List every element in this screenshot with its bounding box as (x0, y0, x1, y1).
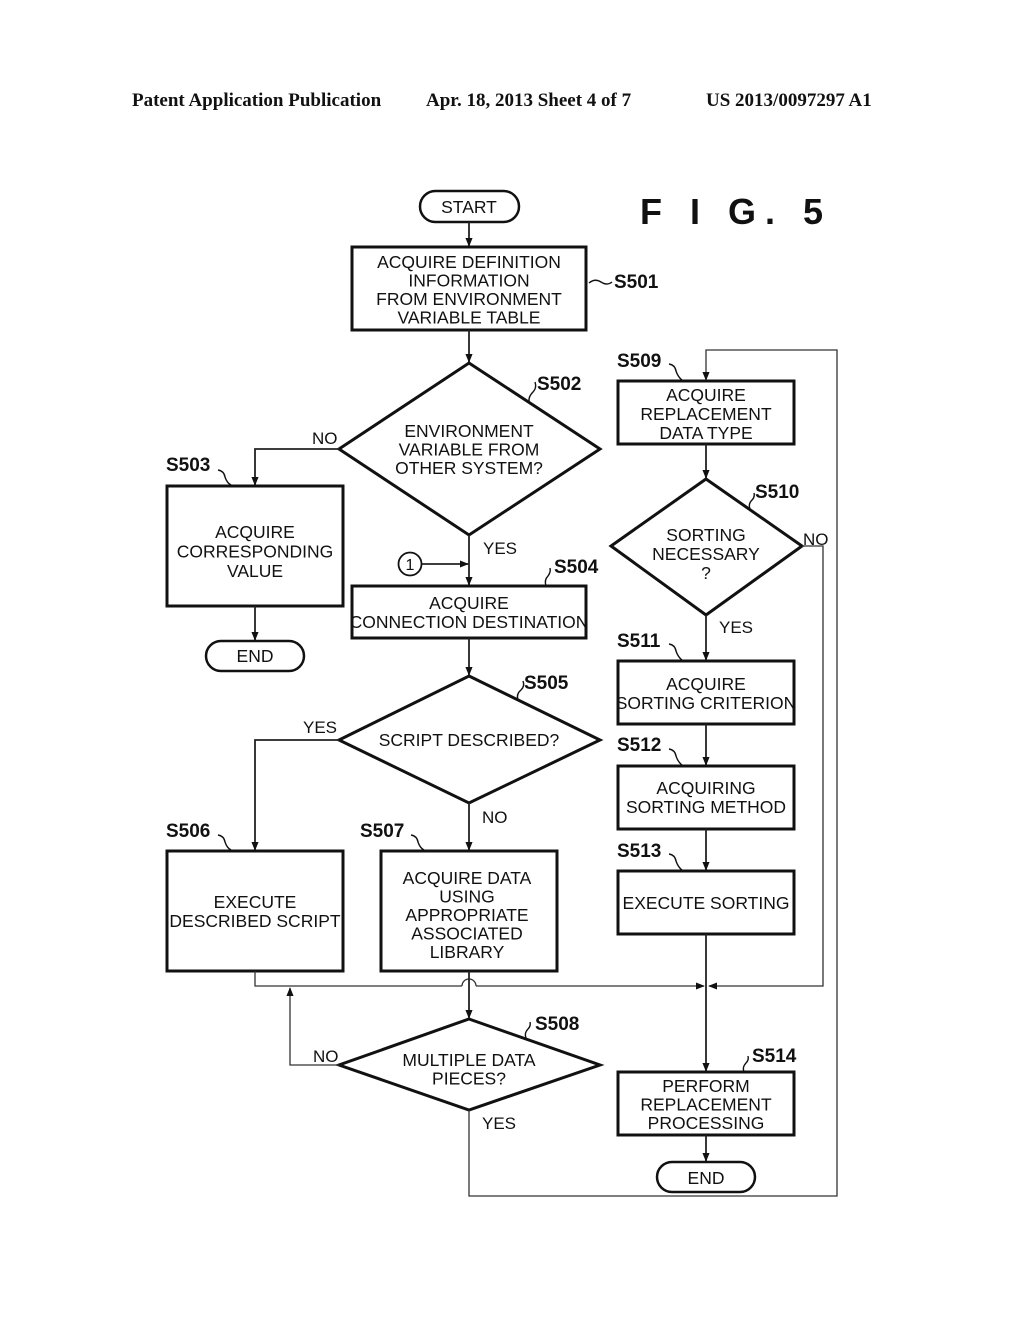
s502-text: ENVIRONMENT VARIABLE FROM OTHER SYSTEM? (395, 421, 543, 478)
s504-label: S504 (554, 557, 599, 578)
s505-text: SCRIPT DESCRIBED? (379, 730, 560, 750)
node-text-line: ENVIRONMENT (404, 421, 534, 441)
s508-leader (524, 1021, 531, 1039)
s508-no-label: NO (313, 1047, 339, 1066)
s502-leader (528, 381, 537, 405)
s503-label: S503 (166, 455, 210, 476)
s504-leader (544, 567, 551, 587)
s501-leader (588, 279, 613, 285)
end-terminal-left: END (204, 639, 306, 673)
node-text-line: INFORMATION (408, 271, 529, 291)
node-text-line: SORTING CRITERION (616, 693, 797, 713)
s510-yes-label: YES (719, 618, 753, 637)
s502-yes-label: YES (483, 539, 517, 558)
s509-leader (668, 363, 683, 381)
step-s501: ACQUIRE DEFINITION INFORMATION FROM ENVIRO… (350, 245, 659, 332)
end-terminal-right: END (655, 1160, 757, 1194)
node-text-line: PROCESSING (648, 1113, 765, 1133)
node-text-line: ACQUIRE (215, 522, 295, 542)
s514-label: S514 (752, 1046, 797, 1067)
end-right-text: END (688, 1168, 725, 1188)
decision-s505: SCRIPT DESCRIBED? S505 (335, 673, 604, 805)
arrow-s505-yes (251, 739, 339, 851)
node-text-line: FROM ENVIRONMENT (376, 289, 562, 309)
node-text-line: REPLACEMENT (640, 1095, 772, 1115)
node-text-line: SORTING METHOD (626, 797, 786, 817)
s505-label: S505 (524, 673, 569, 694)
s501-label: S501 (614, 272, 659, 293)
node-text-line: DESCRIBED SCRIPT (169, 911, 340, 931)
node-text-line: ACQUIRE DATA (403, 868, 532, 888)
decision-s510: SORTING NECESSARY? S510 (608, 477, 805, 617)
s506-label: S506 (166, 821, 210, 842)
s501-text: ACQUIRE DEFINITION INFORMATION FROM ENVIRO… (376, 252, 562, 328)
s505-no-label: NO (482, 808, 508, 827)
node-text-line: VARIABLE FROM (399, 440, 540, 460)
s505-leader (516, 680, 525, 701)
node-text-line: DATA TYPE (659, 423, 752, 443)
step-s514: PERFORM REPLACEMENT PROCESSING S514 (616, 1046, 797, 1137)
node-text-line: ACQUIRE (666, 385, 746, 405)
step-s504: ACQUIRE CONNECTION DESTINATION S504 (350, 557, 599, 640)
s506-leader (217, 834, 232, 851)
s512-label: S512 (617, 735, 661, 756)
s508-label: S508 (535, 1014, 579, 1035)
flowchart: F I G. 5 START ACQUIRE DEFINITION INFORMA… (165, 189, 838, 1197)
node-text-line: EXECUTE SORTING (623, 893, 790, 913)
s510-label: S510 (755, 482, 799, 503)
connector-1: 1 (397, 551, 423, 577)
decision-s502: ENVIRONMENT VARIABLE FROM OTHER SYSTEM? S5… (336, 361, 603, 537)
s512-leader (668, 748, 683, 766)
arrow-s502-no (251, 448, 339, 486)
start-terminal: START (418, 189, 521, 224)
step-s507: ACQUIRE DATA USING APPROPRIATE ASSOCIATED LI… (360, 821, 559, 973)
s511-leader (668, 643, 683, 661)
node-text-line: ACQUIRE (666, 674, 746, 694)
s509-label: S509 (617, 351, 661, 372)
node-text-line: ACQUIRE DEFINITION (377, 252, 561, 272)
node-text-line: USING (439, 887, 494, 907)
s511-label: S511 (617, 631, 661, 652)
s503-leader (217, 469, 232, 486)
s505-yes-label: YES (303, 718, 337, 737)
node-text-line: LIBRARY (430, 942, 505, 962)
s513-text: EXECUTE SORTING (623, 893, 790, 913)
start-text: START (441, 197, 497, 217)
s502-label: S502 (537, 374, 581, 395)
s507-label: S507 (360, 821, 404, 842)
decision-s508: MULTIPLE DATA PIECES? S508 (334, 1014, 605, 1112)
node-text-line: MULTIPLE DATA (402, 1050, 536, 1070)
end-left-text: END (237, 646, 274, 666)
node-text-line: ACQUIRE (429, 593, 509, 613)
node-text-line: EXECUTE (214, 892, 297, 912)
s510-leader (748, 492, 755, 510)
node-text-line: APPROPRIATE (405, 905, 528, 925)
figure-title: F I G. 5 (640, 191, 832, 232)
node-text-line: ACQUIRING (656, 778, 755, 798)
node-text-line: ASSOCIATED (411, 924, 523, 944)
node-text-line: SCRIPT DESCRIBED? (379, 730, 560, 750)
node-text-line: REPLACEMENT (640, 404, 772, 424)
node-text-line: VARIABLE TABLE (398, 308, 541, 328)
s513-leader (668, 853, 683, 871)
s514-leader (742, 1055, 749, 1073)
merge-line-left (254, 971, 462, 987)
node-text-line: PIECES? (432, 1069, 506, 1089)
node-text-line: ? (701, 563, 711, 583)
s508-yes-label: YES (482, 1114, 516, 1133)
node-text-line: CONNECTION DESTINATION (350, 612, 589, 632)
node-text-line: SORTING (666, 525, 745, 545)
s502-no-label: NO (312, 429, 338, 448)
node-text-line: VALUE (227, 561, 283, 581)
s513-label: S513 (617, 841, 661, 862)
node-text-line: CORRESPONDING (177, 542, 334, 562)
s507-leader (410, 834, 425, 851)
node-text-line: NECESSARY (652, 544, 760, 564)
connector-1-text: 1 (406, 557, 415, 574)
node-text-line: PERFORM (662, 1076, 750, 1096)
node-text-line: OTHER SYSTEM? (395, 458, 543, 478)
